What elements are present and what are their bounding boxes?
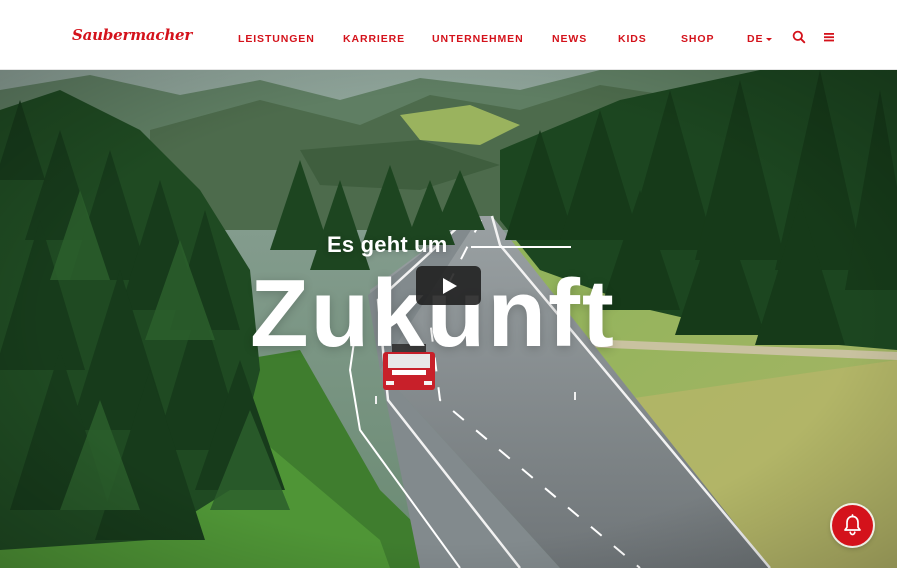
- nav-item-karriere[interactable]: KARRIERE: [343, 33, 405, 45]
- site-header: Saubermacher LEISTUNGEN KARRIERE UNTERNE…: [0, 0, 897, 70]
- tagline-divider: [471, 246, 571, 248]
- play-icon: [443, 278, 457, 294]
- nav-item-kids[interactable]: KIDS: [618, 33, 647, 45]
- search-icon[interactable]: [792, 30, 806, 44]
- chevron-down-icon: [766, 37, 773, 41]
- hero-tagline: Es geht um: [327, 232, 448, 257]
- nav-item-leistungen[interactable]: LEISTUNGEN: [238, 33, 315, 45]
- nav-item-news[interactable]: NEWS: [552, 33, 587, 45]
- play-button[interactable]: [416, 266, 481, 305]
- main-nav: LEISTUNGEN KARRIERE UNTERNEHMEN NEWS KID…: [0, 0, 897, 70]
- hero-video[interactable]: Es geht um Zukunft: [0, 70, 897, 568]
- menu-icon[interactable]: [823, 30, 837, 44]
- language-label: DE: [747, 33, 764, 45]
- nav-item-unternehmen[interactable]: UNTERNEHMEN: [432, 33, 524, 45]
- nav-item-shop[interactable]: SHOP: [681, 33, 714, 45]
- bell-icon: [844, 514, 861, 536]
- language-selector[interactable]: DE: [747, 33, 773, 45]
- notification-bell-button[interactable]: [832, 505, 873, 546]
